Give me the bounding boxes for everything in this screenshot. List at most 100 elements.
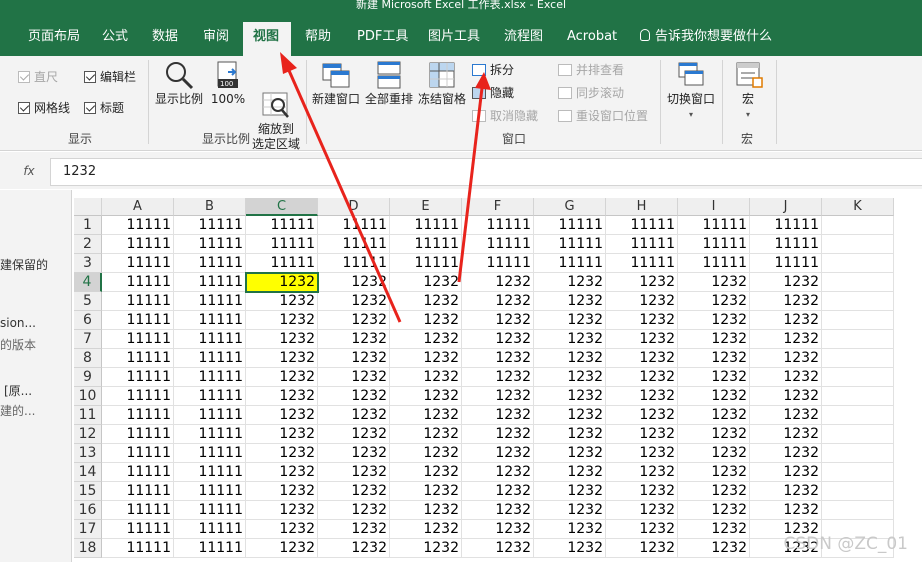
cell-e4[interactable]: 1232: [390, 273, 462, 292]
row-header-16[interactable]: 16: [74, 501, 102, 520]
cell-b9[interactable]: 11111: [174, 368, 246, 387]
cell-d15[interactable]: 1232: [318, 482, 390, 501]
ruler-checkbox[interactable]: 直尺: [18, 68, 58, 85]
cell-j8[interactable]: 1232: [750, 349, 822, 368]
cell-c9[interactable]: 1232: [246, 368, 318, 387]
cell-g13[interactable]: 1232: [534, 444, 606, 463]
cell-a6[interactable]: 11111: [102, 311, 174, 330]
cell-f8[interactable]: 1232: [462, 349, 534, 368]
cell-g6[interactable]: 1232: [534, 311, 606, 330]
cell-f13[interactable]: 1232: [462, 444, 534, 463]
cell-b15[interactable]: 11111: [174, 482, 246, 501]
cell-f16[interactable]: 1232: [462, 501, 534, 520]
cell-d14[interactable]: 1232: [318, 463, 390, 482]
cell-h6[interactable]: 1232: [606, 311, 678, 330]
cell-i18[interactable]: 1232: [678, 539, 750, 558]
cell-a15[interactable]: 11111: [102, 482, 174, 501]
tab-pdf-tools[interactable]: PDF工具: [347, 22, 418, 56]
cell-j3[interactable]: 11111: [750, 254, 822, 273]
cell-k5[interactable]: [822, 292, 894, 311]
cell-d10[interactable]: 1232: [318, 387, 390, 406]
cell-a3[interactable]: 11111: [102, 254, 174, 273]
cell-j1[interactable]: 11111: [750, 216, 822, 235]
cell-b5[interactable]: 11111: [174, 292, 246, 311]
cell-i11[interactable]: 1232: [678, 406, 750, 425]
cell-b14[interactable]: 11111: [174, 463, 246, 482]
cell-i12[interactable]: 1232: [678, 425, 750, 444]
row-header-6[interactable]: 6: [74, 311, 102, 330]
cell-c7[interactable]: 1232: [246, 330, 318, 349]
recovery-item-text[interactable]: 建保留的: [0, 256, 48, 273]
cell-g8[interactable]: 1232: [534, 349, 606, 368]
cell-f7[interactable]: 1232: [462, 330, 534, 349]
cell-e18[interactable]: 1232: [390, 539, 462, 558]
cell-c11[interactable]: 1232: [246, 406, 318, 425]
cell-e15[interactable]: 1232: [390, 482, 462, 501]
cell-j9[interactable]: 1232: [750, 368, 822, 387]
cell-e3[interactable]: 11111: [390, 254, 462, 273]
cell-j5[interactable]: 1232: [750, 292, 822, 311]
cell-k11[interactable]: [822, 406, 894, 425]
cell-g14[interactable]: 1232: [534, 463, 606, 482]
cell-i4[interactable]: 1232: [678, 273, 750, 292]
cell-j7[interactable]: 1232: [750, 330, 822, 349]
cell-g15[interactable]: 1232: [534, 482, 606, 501]
active-cell[interactable]: 1232: [245, 272, 319, 293]
cell-b4[interactable]: 11111: [174, 273, 246, 292]
cell-j12[interactable]: 1232: [750, 425, 822, 444]
cell-h10[interactable]: 1232: [606, 387, 678, 406]
cell-j15[interactable]: 1232: [750, 482, 822, 501]
cell-g5[interactable]: 1232: [534, 292, 606, 311]
cell-b11[interactable]: 11111: [174, 406, 246, 425]
cell-f1[interactable]: 11111: [462, 216, 534, 235]
column-header-g[interactable]: G: [534, 198, 606, 216]
cell-k14[interactable]: [822, 463, 894, 482]
cell-a10[interactable]: 11111: [102, 387, 174, 406]
row-header-18[interactable]: 18: [74, 539, 102, 558]
cell-f15[interactable]: 1232: [462, 482, 534, 501]
cell-f2[interactable]: 11111: [462, 235, 534, 254]
split-button[interactable]: 拆分: [472, 61, 514, 78]
cell-d5[interactable]: 1232: [318, 292, 390, 311]
column-header-d[interactable]: D: [318, 198, 390, 216]
cell-e1[interactable]: 11111: [390, 216, 462, 235]
row-header-1[interactable]: 1: [74, 216, 102, 235]
cell-i13[interactable]: 1232: [678, 444, 750, 463]
cell-a13[interactable]: 11111: [102, 444, 174, 463]
cell-j2[interactable]: 11111: [750, 235, 822, 254]
cell-g3[interactable]: 11111: [534, 254, 606, 273]
arrange-all-button[interactable]: 全部重排: [364, 60, 414, 107]
cell-a9[interactable]: 11111: [102, 368, 174, 387]
cell-b6[interactable]: 11111: [174, 311, 246, 330]
cell-g17[interactable]: 1232: [534, 520, 606, 539]
zoom-button[interactable]: 显示比例: [154, 60, 204, 107]
cell-c1[interactable]: 11111: [246, 216, 318, 235]
cell-j4[interactable]: 1232: [750, 273, 822, 292]
cell-i6[interactable]: 1232: [678, 311, 750, 330]
cell-d9[interactable]: 1232: [318, 368, 390, 387]
column-header-h[interactable]: H: [606, 198, 678, 216]
row-header-4[interactable]: 4: [74, 273, 102, 292]
row-header-12[interactable]: 12: [74, 425, 102, 444]
formula-bar-checkbox[interactable]: 编辑栏: [84, 68, 136, 85]
cell-c8[interactable]: 1232: [246, 349, 318, 368]
column-header-j[interactable]: J: [750, 198, 822, 216]
cell-h12[interactable]: 1232: [606, 425, 678, 444]
cell-g11[interactable]: 1232: [534, 406, 606, 425]
cell-k15[interactable]: [822, 482, 894, 501]
column-header-i[interactable]: I: [678, 198, 750, 216]
cell-a14[interactable]: 11111: [102, 463, 174, 482]
tab-flowchart[interactable]: 流程图: [494, 22, 553, 56]
cell-h13[interactable]: 1232: [606, 444, 678, 463]
macros-button[interactable]: 宏 ▾: [728, 60, 768, 122]
cell-j10[interactable]: 1232: [750, 387, 822, 406]
cell-j14[interactable]: 1232: [750, 463, 822, 482]
tab-review[interactable]: 审阅: [193, 22, 239, 56]
cell-f9[interactable]: 1232: [462, 368, 534, 387]
row-header-17[interactable]: 17: [74, 520, 102, 539]
cell-b16[interactable]: 11111: [174, 501, 246, 520]
cell-k12[interactable]: [822, 425, 894, 444]
cell-d4[interactable]: 1232: [318, 273, 390, 292]
cell-j6[interactable]: 1232: [750, 311, 822, 330]
row-header-7[interactable]: 7: [74, 330, 102, 349]
